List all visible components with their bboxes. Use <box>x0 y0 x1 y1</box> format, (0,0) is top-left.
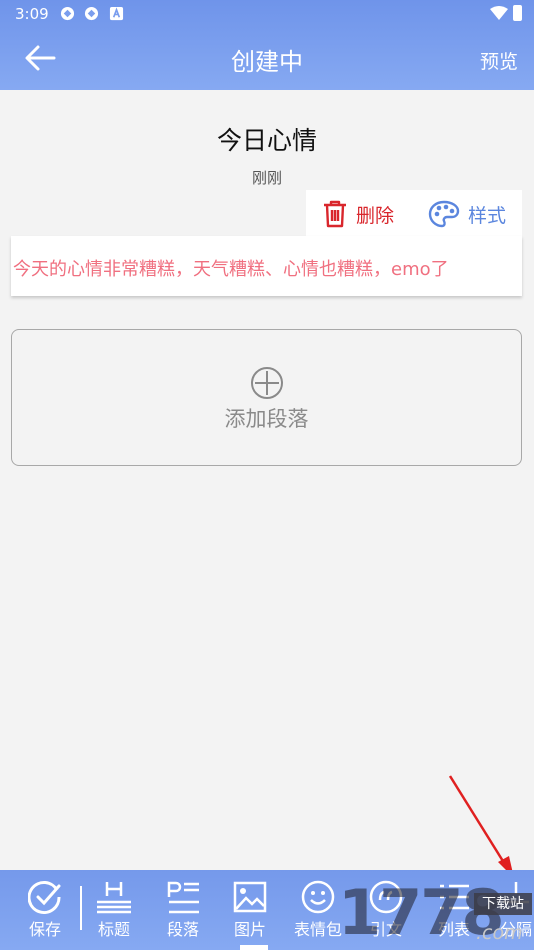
document-title[interactable]: 今日心情 <box>0 121 534 157</box>
status-bar: 3:09 <box>0 0 534 28</box>
paragraph-tool-label: 段落 <box>166 920 199 939</box>
add-paragraph-label: 添加段落 <box>224 407 309 431</box>
paragraph-block[interactable]: 今天的心情非常糟糕，天气糟糕、心情也糟糕，emo了 <box>11 236 522 296</box>
trash-icon <box>324 200 346 228</box>
heading-label: 标题 <box>97 920 130 939</box>
wifi-icon <box>490 6 508 20</box>
top-app-bar: 3:09 创建中 预览 <box>0 0 534 90</box>
nav-indicator <box>240 945 268 950</box>
palette-icon <box>428 200 460 228</box>
heading-button[interactable]: 标题 <box>82 880 146 940</box>
paragraph-action-menu: 删除 样式 <box>306 190 522 236</box>
watermark-domain: .com <box>476 922 523 944</box>
annotation-arrow <box>448 775 514 878</box>
image-button[interactable]: 图片 <box>218 880 282 940</box>
status-time: 3:09 <box>15 5 49 23</box>
page-title: 创建中 <box>231 48 303 76</box>
a-notification-icon <box>109 6 124 21</box>
style-button[interactable]: 样式 <box>428 200 506 228</box>
emoji-icon <box>301 880 335 914</box>
notification-icon <box>84 6 99 21</box>
notification-icon <box>60 6 75 21</box>
image-label: 图片 <box>233 920 266 939</box>
style-label: 样式 <box>468 204 507 227</box>
preview-button[interactable]: 预览 <box>480 47 518 74</box>
watermark-tag: 下载站 <box>474 893 532 915</box>
save-button[interactable]: 保存 <box>13 880 77 940</box>
battery-icon <box>513 5 522 21</box>
document-timestamp: 刚刚 <box>251 169 282 187</box>
delete-label: 删除 <box>356 204 395 227</box>
check-circle-icon <box>28 881 61 914</box>
delete-button[interactable]: 删除 <box>322 200 394 228</box>
save-label: 保存 <box>28 920 61 939</box>
paragraph-icon <box>167 881 199 914</box>
plus-circle-icon <box>251 367 283 399</box>
add-paragraph-button[interactable]: 添加段落 <box>11 329 522 466</box>
heading-icon <box>97 882 131 914</box>
paragraph-tool-button[interactable]: 段落 <box>151 880 215 940</box>
image-icon <box>233 881 267 913</box>
